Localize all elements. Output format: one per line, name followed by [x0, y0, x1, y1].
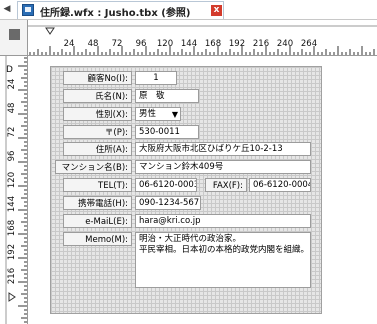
ruler-label: 96: [136, 39, 147, 49]
address-field[interactable]: 大阪府大阪市北区ひばりケ丘10-2-13: [135, 142, 311, 156]
form-file-icon: [22, 4, 34, 16]
ruler-label: 144: [181, 39, 197, 49]
fax-label[interactable]: FAX(F):: [205, 178, 247, 192]
ruler-origin-label: D: [6, 65, 13, 75]
document-tab-bar: ◀ 住所録.wfx : Jusho.tbx (参照) x: [0, 0, 377, 20]
ruler-label: 48: [88, 39, 99, 49]
ruler-end-marker-icon: [8, 292, 16, 302]
memo-field[interactable]: 明治・大正時代の政治家。 平民宰相。日本初の本格的政党内閣を組織。: [135, 232, 311, 288]
gender-label[interactable]: 性別(X):: [63, 107, 132, 121]
ruler-label: 192: [7, 244, 17, 260]
postal-code-label[interactable]: 〒(P):: [63, 125, 132, 139]
ruler-label: 48: [7, 103, 17, 114]
chevron-down-icon[interactable]: ▼: [172, 108, 178, 120]
mobile-phone-field[interactable]: 090-1234-5671: [135, 196, 201, 210]
document-tab[interactable]: 住所録.wfx : Jusho.tbx (参照) x: [17, 1, 224, 19]
mobile-phone-label[interactable]: 携帯電話(H):: [63, 196, 132, 210]
ruler-label: 168: [7, 220, 17, 236]
gender-combobox[interactable]: 男性 ▼: [135, 107, 181, 121]
ruler-label: 240: [277, 39, 293, 49]
vertical-ruler-graphic: 24 48 72 96 120 144 168 192 216 D: [5, 56, 27, 324]
ruler-origin-marker-icon: [45, 27, 55, 35]
postal-code-field[interactable]: 530-0011: [135, 125, 199, 139]
ruler-label: 72: [112, 39, 123, 49]
ruler-corner[interactable]: [0, 20, 28, 56]
form-design-area[interactable]: 顧客No(I): 1 氏名(N): 原 敬 性別(X): 男性 ▼ 〒(P): …: [28, 56, 377, 324]
tel-label[interactable]: TEL(T):: [63, 178, 132, 192]
ruler-label: 168: [205, 39, 221, 49]
ruler-label: 216: [253, 39, 269, 49]
email-label[interactable]: e-MaiL(E):: [63, 214, 132, 228]
building-name-label[interactable]: マンション名(B):: [55, 160, 132, 174]
ruler-label: 144: [7, 196, 17, 212]
vertical-ruler[interactable]: 24 48 72 96 120 144 168 192 216 D: [0, 56, 28, 324]
gender-combobox-value: 男性: [139, 109, 157, 119]
name-label[interactable]: 氏名(N):: [63, 89, 132, 103]
customer-no-field[interactable]: 1: [135, 71, 177, 85]
horizontal-ruler[interactable]: 24 48 72 96 120 144 168 192 216 240 264: [28, 20, 377, 56]
name-field[interactable]: 原 敬: [135, 89, 199, 103]
ruler-label: 24: [64, 39, 75, 49]
ruler-origin-square-icon: [9, 29, 20, 40]
ruler-label: 120: [157, 39, 173, 49]
address-label[interactable]: 住所(A):: [63, 142, 132, 156]
building-name-field[interactable]: マンション鈴木409号: [135, 160, 311, 174]
fax-field[interactable]: 06-6120-0004: [249, 178, 311, 192]
ruler-label: 96: [7, 151, 17, 162]
form-canvas[interactable]: 顧客No(I): 1 氏名(N): 原 敬 性別(X): 男性 ▼ 〒(P): …: [50, 66, 322, 314]
ruler-label: 72: [7, 127, 17, 138]
ruler-label: 120: [7, 172, 17, 188]
ruler-label: 24: [7, 79, 17, 90]
tab-scroll-left-icon[interactable]: ◀: [2, 3, 12, 15]
ruler-label: 264: [301, 39, 317, 49]
document-tab-title: 住所録.wfx : Jusho.tbx (参照): [40, 8, 191, 19]
close-tab-icon[interactable]: x: [211, 5, 222, 16]
memo-label[interactable]: Memo(M):: [63, 232, 132, 246]
horizontal-ruler-graphic: 24 48 72 96 120 144 168 192 216 240 264: [28, 25, 377, 55]
ruler-label: 216: [7, 268, 17, 284]
tel-field[interactable]: 06-6120-0003: [135, 178, 197, 192]
email-field[interactable]: hara@kri.co.jp: [135, 214, 311, 228]
customer-no-label[interactable]: 顧客No(I):: [63, 71, 132, 85]
ruler-label: 192: [229, 39, 245, 49]
